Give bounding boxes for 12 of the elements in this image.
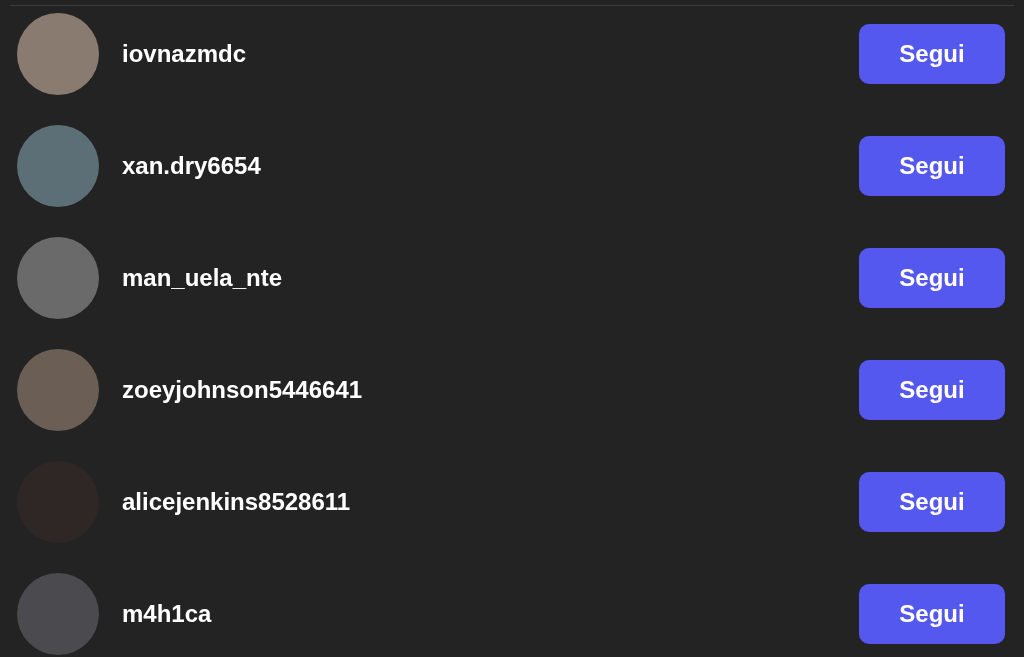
follow-button[interactable]: Segui [859, 584, 1005, 644]
username[interactable]: alicejenkins8528611 [122, 484, 859, 520]
follow-button[interactable]: Segui [859, 248, 1005, 308]
follow-button[interactable]: Segui [859, 360, 1005, 420]
username[interactable]: iovnazmdc [122, 36, 859, 72]
username[interactable]: zoeyjohnson5446641 [122, 372, 859, 408]
follow-button[interactable]: Segui [859, 472, 1005, 532]
follow-button[interactable]: Segui [859, 136, 1005, 196]
username[interactable]: m4h1ca [122, 596, 859, 632]
username[interactable]: man_uela_nte [122, 260, 859, 296]
username[interactable]: xan.dry6654 [122, 148, 859, 184]
follow-button[interactable]: Segui [859, 24, 1005, 84]
